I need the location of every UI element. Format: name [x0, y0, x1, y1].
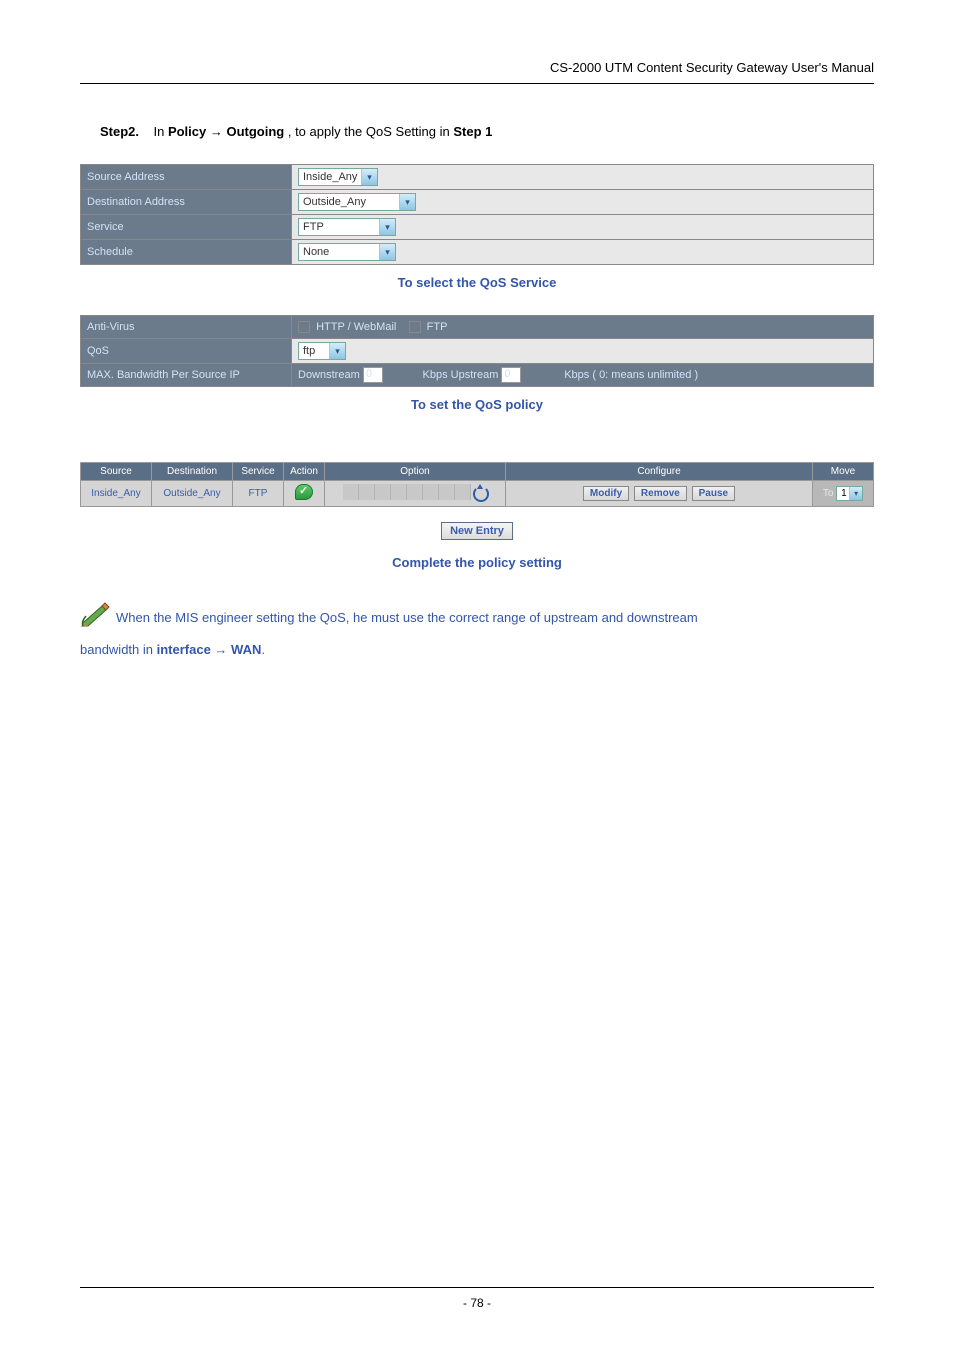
destination-address-select[interactable]: Outside_Any ▾ [298, 193, 416, 211]
chevron-down-icon: ▾ [379, 219, 395, 235]
chevron-down-icon: ▾ [399, 194, 415, 210]
policy-summary-table: Source Destination Service Action Option… [80, 462, 874, 507]
step-policy: Policy [168, 124, 210, 139]
bandwidth-note: Kbps ( 0: means unlimited ) [564, 369, 698, 381]
step-outgoing: Outgoing [223, 124, 288, 139]
caption-set-qos: To set the QoS policy [80, 397, 874, 412]
option-seg [343, 484, 359, 500]
col-action: Action [284, 463, 324, 480]
step-text-pre: In [153, 124, 167, 139]
service-value: FTP [299, 221, 379, 233]
move-value: 1 [837, 488, 849, 499]
row-source[interactable]: Inside_Any [91, 488, 140, 499]
qos-select[interactable]: ftp ▾ [298, 342, 346, 360]
note-text-2-post: . [261, 642, 265, 657]
table-row: Inside_Any Outside_Any FTP Modify [81, 481, 873, 506]
new-entry-button[interactable]: New Entry [441, 522, 513, 540]
http-webmail-label: HTTP / WebMail [316, 321, 396, 333]
move-to-label: To [823, 488, 834, 499]
chevron-down-icon: ▾ [329, 343, 345, 359]
option-seg [471, 484, 487, 500]
row-move-cell: To 1 ▾ [813, 481, 873, 506]
note-text-1: When the MIS engineer setting the QoS, h… [116, 610, 698, 625]
upstream-label: Kbps Upstream [423, 369, 499, 381]
page-footer: - 78 - [80, 1287, 874, 1310]
option-seg [375, 484, 391, 500]
source-address-value: Inside_Any [299, 171, 361, 183]
destination-address-label: Destination Address [81, 190, 291, 214]
move-select[interactable]: 1 ▾ [836, 486, 863, 501]
http-webmail-checkbox[interactable] [298, 321, 310, 333]
row-option-cell [325, 481, 505, 506]
arrow-icon: → [210, 124, 223, 139]
pause-button[interactable]: Pause [692, 486, 735, 501]
service-label: Service [81, 215, 291, 239]
qos-cell: ftp ▾ [292, 339, 873, 363]
option-seg [359, 484, 375, 500]
downstream-input[interactable]: 0 [363, 367, 383, 383]
qos-value: ftp [299, 345, 329, 357]
service-select[interactable]: FTP ▾ [298, 218, 396, 236]
max-bandwidth-row: Downstream 0 Kbps Upstream 0 Kbps ( 0: m… [292, 364, 873, 386]
chevron-down-icon: ▾ [379, 244, 395, 260]
destination-address-value: Outside_Any [299, 196, 399, 208]
modify-button[interactable]: Modify [583, 486, 629, 501]
note-text-2-bold: interface → WAN [157, 642, 262, 657]
option-seg [423, 484, 439, 500]
caption-complete: Complete the policy setting [80, 555, 874, 570]
upstream-input[interactable]: 0 [501, 367, 521, 383]
col-service: Service [233, 463, 283, 480]
option-seg [439, 484, 455, 500]
col-configure: Configure [506, 463, 812, 480]
qos-service-form: Source Address Inside_Any ▾ Destination … [80, 164, 874, 265]
qos-policy-form: Anti-Virus HTTP / WebMail FTP QoS ftp ▾ … [80, 315, 874, 387]
schedule-value: None [299, 246, 379, 258]
note-block: When the MIS engineer setting the QoS, h… [80, 600, 874, 663]
col-move: Move [813, 463, 873, 480]
col-option: Option [325, 463, 505, 480]
source-address-cell: Inside_Any ▾ [292, 165, 873, 189]
ftp-label: FTP [427, 321, 448, 333]
step-ref: Step 1 [453, 124, 492, 139]
row-configure-cell: Modify Remove Pause [506, 481, 812, 506]
pencil-note-icon [80, 600, 112, 637]
downstream-label: Downstream [298, 369, 360, 381]
option-bar [343, 484, 487, 500]
antivirus-label: Anti-Virus [81, 316, 291, 338]
destination-address-cell: Outside_Any ▾ [292, 190, 873, 214]
antivirus-options: HTTP / WebMail FTP [292, 316, 873, 338]
schedule-label: Schedule [81, 240, 291, 264]
chevron-down-icon: ▾ [361, 169, 377, 185]
page-header: CS-2000 UTM Content Security Gateway Use… [80, 60, 874, 84]
schedule-cell: None ▾ [292, 240, 873, 264]
caption-select-qos: To select the QoS Service [80, 275, 874, 290]
step-text-mid: , to apply the QoS Setting in [288, 124, 454, 139]
schedule-select[interactable]: None ▾ [298, 243, 396, 261]
col-source: Source [81, 463, 151, 480]
row-destination[interactable]: Outside_Any [163, 488, 220, 499]
row-action-cell [284, 481, 324, 506]
permit-icon [295, 484, 313, 500]
option-seg [391, 484, 407, 500]
qos-option-icon [471, 484, 487, 500]
max-bandwidth-label: MAX. Bandwidth Per Source IP [81, 364, 291, 386]
remove-button[interactable]: Remove [634, 486, 687, 501]
source-address-label: Source Address [81, 165, 291, 189]
step-label: Step2. [100, 124, 139, 139]
note-text-2-pre: bandwidth in [80, 642, 157, 657]
row-service[interactable]: FTP [249, 488, 268, 499]
service-cell: FTP ▾ [292, 215, 873, 239]
source-address-select[interactable]: Inside_Any ▾ [298, 168, 378, 186]
option-seg [455, 484, 471, 500]
ftp-checkbox[interactable] [409, 321, 421, 333]
page-number: - 78 - [463, 1296, 491, 1310]
col-destination: Destination [152, 463, 232, 480]
option-seg [407, 484, 423, 500]
step-instruction: Step2. In Policy → Outgoing , to apply t… [80, 124, 874, 139]
chevron-down-icon: ▾ [849, 487, 862, 500]
qos-label: QoS [81, 339, 291, 363]
